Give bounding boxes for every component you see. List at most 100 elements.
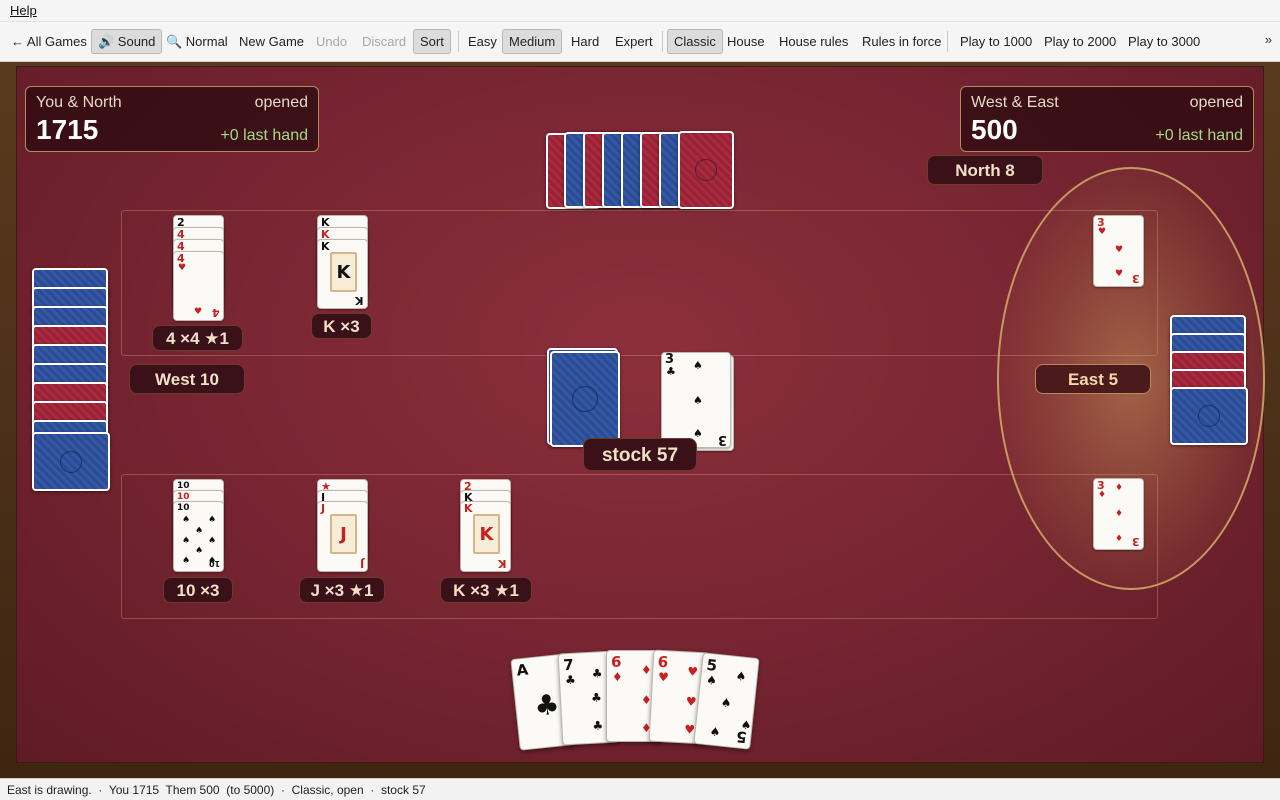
card-back-emblem	[572, 386, 598, 412]
spade-icon: ♠	[734, 668, 748, 684]
card-rank: K	[464, 502, 473, 515]
court-figure: K	[473, 514, 500, 554]
card-rank: 10	[177, 503, 190, 513]
meld-card: 4 ♥ ♥ 4	[173, 251, 224, 321]
card-rank: 5	[734, 727, 748, 747]
difficulty-expert[interactable]: Expert	[609, 29, 659, 54]
rules-house[interactable]: House	[721, 29, 771, 54]
player-label-west: West 10	[129, 364, 245, 394]
zoom-normal-button[interactable]: 🔍 Normal	[160, 29, 234, 54]
last-hand-score: +0 last hand	[220, 127, 308, 144]
last-hand-score: +0 last hand	[1155, 127, 1243, 144]
spade-icon: ♠	[208, 515, 217, 525]
toolbar-separator	[662, 31, 663, 52]
meld-card: J J J	[317, 501, 368, 572]
diamond-icon: ♦	[1115, 534, 1124, 544]
meld-label: 4 ×4 ★1	[152, 325, 243, 351]
heart-icon: ♥	[178, 263, 187, 273]
team-score: 1715	[36, 114, 99, 145]
diamond-icon: ♦	[612, 670, 623, 684]
club-icon: ♣	[564, 672, 577, 688]
card-rank: J	[321, 502, 326, 515]
card-rank: 10	[208, 559, 220, 568]
red-three-card: 3 ♥ ♥ ♥ 3	[1093, 215, 1144, 287]
play-to-2000[interactable]: Play to 2000	[1038, 29, 1122, 54]
spade-icon: ♠	[708, 724, 722, 740]
diamond-icon: ♦	[1098, 490, 1107, 500]
score-box-us: You & North opened 1715 +0 last hand	[25, 86, 319, 152]
sort-button[interactable]: Sort	[413, 29, 451, 54]
hand-card[interactable]: 5 ♠ ♠ ♠ ♠ ♠ 5	[693, 652, 760, 750]
spade-icon: ♠	[693, 427, 703, 440]
spade-icon: ♠	[208, 536, 217, 546]
all-games-button[interactable]: ← All Games	[5, 29, 93, 54]
court-figure: K	[330, 252, 357, 292]
card-rank: A	[515, 660, 530, 680]
card-rank: 3	[717, 432, 727, 447]
meld-zone-us	[121, 474, 1158, 619]
card-rank: 4	[212, 306, 220, 319]
rules-in-force-button[interactable]: Rules in force	[856, 29, 947, 54]
club-icon: ♣	[590, 690, 603, 705]
card-back-emblem	[695, 159, 717, 181]
team-status: opened	[254, 94, 308, 111]
meld-card: K K K	[460, 501, 511, 572]
menu-help[interactable]: Help	[10, 3, 37, 18]
card-rank: K	[355, 294, 364, 307]
team-name: West & East	[971, 94, 1059, 111]
diamond-icon: ♦	[1115, 509, 1124, 519]
toolbar-separator	[458, 31, 459, 52]
heart-icon: ♥	[686, 664, 699, 679]
spade-icon: ♠	[195, 526, 204, 536]
difficulty-easy[interactable]: Easy	[462, 29, 503, 54]
play-to-1000[interactable]: Play to 1000	[954, 29, 1038, 54]
court-figure: J	[330, 514, 357, 554]
club-icon: ♣	[666, 365, 676, 378]
meld-label: J ×3 ★1	[299, 577, 385, 603]
play-to-3000[interactable]: Play to 3000	[1122, 29, 1206, 54]
meld-label: K ×3	[311, 313, 372, 339]
heart-icon: ♥	[1115, 245, 1124, 255]
card-rank: 3	[1132, 535, 1140, 548]
card-rank: 6	[611, 653, 622, 671]
card-rank: J	[359, 557, 364, 570]
rules-classic[interactable]: Classic	[667, 29, 723, 54]
meld-label: 10 ×3	[163, 577, 233, 603]
sound-toggle[interactable]: 🔊 Sound	[91, 29, 163, 54]
undo-button[interactable]: Undo	[310, 29, 353, 54]
team-status: opened	[1189, 94, 1243, 111]
team-score: 500	[971, 114, 1018, 145]
spade-icon: ♠	[182, 556, 191, 566]
card-back	[678, 131, 734, 209]
spade-icon: ♠	[693, 359, 703, 372]
status-bar: East is drawing. · You 1715 Them 500 (to…	[0, 778, 1280, 800]
toolbar-separator	[947, 31, 948, 52]
discard-button[interactable]: Discard	[356, 29, 412, 54]
red-three-card: 3 ♦ ♦ ♦ ♦ 3	[1093, 478, 1144, 550]
toolbar-overflow-icon[interactable]: »	[1265, 32, 1272, 47]
heart-icon: ♥	[1098, 227, 1107, 237]
card-rank: 6	[657, 652, 669, 672]
club-icon: ♣	[591, 666, 603, 681]
club-icon: ♣	[532, 687, 562, 723]
new-game-button[interactable]: New Game	[233, 29, 310, 54]
discard-top-card: 3 ♣ ♠ ♠ ♠ 3	[661, 352, 731, 448]
difficulty-hard[interactable]: Hard	[565, 29, 605, 54]
card-back	[1170, 387, 1248, 445]
heart-icon: ♥	[657, 669, 670, 685]
team-name: You & North	[36, 94, 122, 111]
spade-icon: ♠	[182, 536, 191, 546]
card-rank: K	[498, 557, 507, 570]
card-rank: K	[321, 240, 330, 253]
player-label-north: North 8	[927, 155, 1043, 185]
meld-label: K ×3 ★1	[440, 577, 532, 603]
diamond-icon: ♦	[1115, 483, 1124, 493]
difficulty-medium[interactable]: Medium	[502, 29, 563, 54]
house-rules-button[interactable]: House rules	[773, 29, 854, 54]
player-label-east: East 5	[1035, 364, 1151, 394]
spade-icon: ♠	[195, 546, 204, 556]
card-back-emblem	[1198, 405, 1220, 427]
heart-icon: ♥	[685, 694, 697, 709]
meld-zone-them	[121, 210, 1158, 356]
card-back	[32, 432, 110, 491]
